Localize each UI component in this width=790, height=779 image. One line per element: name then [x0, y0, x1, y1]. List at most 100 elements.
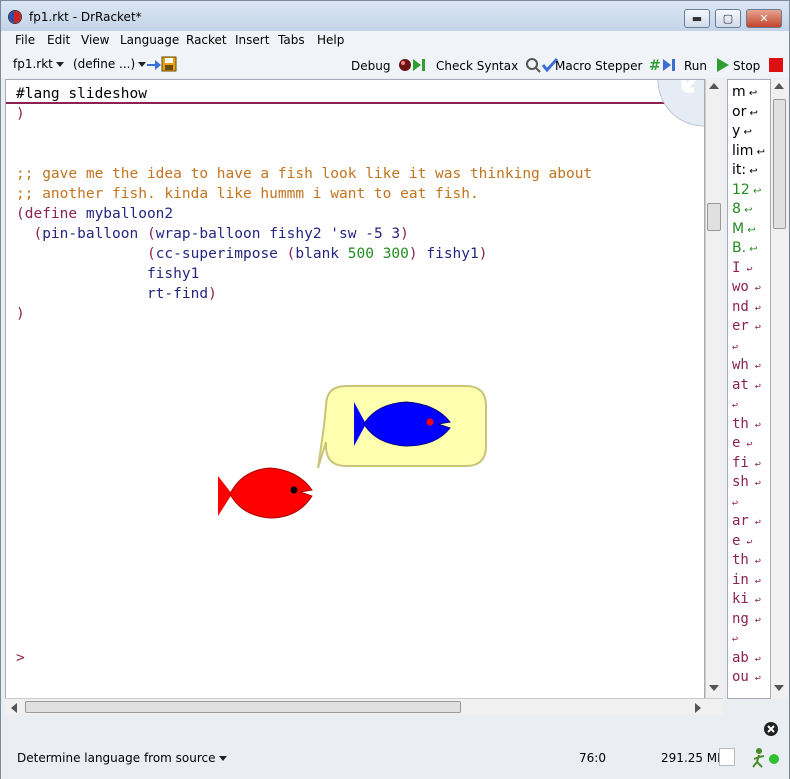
- comment-line-2: ;; another fish. kinda like hummm i want…: [16, 186, 479, 202]
- close-button[interactable]: ✕: [746, 9, 782, 28]
- wrap-marker-icon: ↩: [748, 283, 761, 294]
- cc-superimpose-name: cc-superimpose: [155, 246, 278, 262]
- language-selector[interactable]: Determine language from source: [17, 751, 227, 765]
- paren: ): [408, 246, 418, 262]
- cc-superimpose-line: (cc-superimpose (blank 500 300) fishy1): [16, 244, 488, 264]
- outline-text: er: [732, 318, 749, 334]
- scroll-up-icon[interactable]: [774, 83, 784, 89]
- pin-balloon-name: pin-balloon: [42, 226, 139, 242]
- debug-button[interactable]: Debug: [351, 57, 433, 73]
- paren: (: [33, 226, 43, 242]
- outline-text: in: [732, 571, 749, 588]
- paren: (: [146, 246, 156, 262]
- outline-text: th: [732, 552, 749, 568]
- module-browser-panel[interactable]: m ↩ or ↩ y ↩ lim ↩ it: ↩ 12 ↩ 8 ↩ M ↩ B. ↩ I ↩ wo …: [727, 79, 771, 699]
- wrap-marker-icon: ↩: [748, 556, 761, 567]
- outline-text: or: [732, 103, 747, 120]
- wrap-marker-icon: ↩: [748, 673, 761, 684]
- chevron-down-icon: [55, 62, 64, 67]
- macro-stepper-button[interactable]: Macro Stepper #: [555, 57, 685, 74]
- menu-edit[interactable]: Edit: [47, 33, 70, 47]
- wrap-marker-icon: ↩: [748, 361, 761, 372]
- definitions-editor[interactable]: #lang slideshow ) ;; gave me the idea to…: [5, 79, 705, 699]
- debug-label: Debug: [351, 59, 391, 73]
- wrap-marker-icon: ↩: [740, 205, 753, 216]
- paren: ): [478, 246, 488, 262]
- wrap-marker-icon: ↩: [749, 185, 762, 197]
- file-selector[interactable]: fp1.rkt: [13, 57, 64, 71]
- blank-name: blank: [295, 246, 340, 262]
- scroll-right-icon[interactable]: [695, 703, 701, 713]
- editor-horizontal-scrollbar[interactable]: [5, 698, 723, 715]
- chevron-down-icon: [218, 756, 227, 761]
- wrap-marker-icon: ↩: [732, 400, 739, 411]
- toolbar: fp1.rkt (define ...) Debug Check Syntax …: [1, 51, 789, 78]
- outline-text: B.: [732, 240, 747, 256]
- play-icon: [716, 58, 729, 72]
- scroll-up-icon[interactable]: [709, 83, 719, 89]
- save-button[interactable]: [146, 55, 178, 76]
- outline-scroll-thumb[interactable]: [773, 99, 786, 229]
- title-bar[interactable]: fp1.rkt - DrRacket* ▬ ▢ ✕: [1, 1, 789, 31]
- wrap-marker-icon: ↩: [740, 127, 752, 138]
- check-syntax-label: Check Syntax: [436, 59, 519, 73]
- wrap-marker-icon: ↩: [748, 653, 761, 665]
- blank-height: 300: [382, 246, 409, 262]
- scroll-left-icon[interactable]: [11, 703, 17, 713]
- outline-scrollbar[interactable]: [771, 79, 788, 699]
- define-menu-label: (define ...): [73, 57, 136, 71]
- wrap-marker-icon: ↩: [748, 302, 761, 314]
- outline-text: wh: [732, 357, 749, 373]
- define-name: myballoon2: [77, 206, 174, 222]
- maximize-button[interactable]: ▢: [715, 9, 741, 28]
- run-label: Run: [684, 59, 708, 73]
- chevron-down-icon: [138, 62, 147, 67]
- wrap-marker-icon: ↩: [746, 166, 758, 177]
- red-fish: [218, 467, 313, 519]
- stop-button[interactable]: Stop: [733, 57, 784, 73]
- menu-help[interactable]: Help: [317, 33, 344, 47]
- wrap-marker-icon: ↩: [732, 341, 739, 353]
- outline-text: fi: [732, 454, 749, 471]
- save-icon: [147, 56, 177, 72]
- menu-language[interactable]: Language: [120, 33, 179, 47]
- wrap-marker-icon: ↩: [748, 614, 761, 626]
- lang-separator: [6, 102, 704, 104]
- menu-racket[interactable]: Racket: [186, 33, 227, 47]
- wrap-marker-icon: ↩: [748, 517, 761, 528]
- scroll-down-icon[interactable]: [709, 685, 719, 691]
- rt-find-line: rt-find): [16, 284, 217, 304]
- cc-fishy1: fishy1: [417, 246, 479, 262]
- outline-text: 8: [732, 201, 741, 217]
- define-keyword: (define: [16, 206, 78, 222]
- hscroll-thumb[interactable]: [25, 701, 461, 713]
- language-selector-label: Determine language from source: [17, 751, 216, 765]
- menu-view[interactable]: View: [81, 33, 109, 47]
- editor-vertical-scrollbar[interactable]: [705, 79, 723, 699]
- menu-insert[interactable]: Insert: [235, 33, 269, 47]
- check-syntax-button[interactable]: Check Syntax: [436, 57, 559, 73]
- scroll-thumb[interactable]: [707, 203, 721, 231]
- gc-indicator: [719, 748, 735, 766]
- menu-tabs[interactable]: Tabs: [278, 33, 305, 47]
- menu-file[interactable]: File: [15, 33, 35, 47]
- repl-prompt[interactable]: >: [16, 648, 25, 668]
- minimize-button[interactable]: ▬: [684, 9, 710, 28]
- define-menu[interactable]: (define ...): [73, 57, 147, 71]
- file-selector-label: fp1.rkt: [13, 57, 53, 71]
- wrap-balloon-call: wrap-balloon fishy2 'sw -5 3: [155, 226, 401, 242]
- outline-text: ng: [732, 610, 749, 627]
- outline-line: ou ↩: [732, 667, 761, 689]
- arg-fishy1: fishy1: [146, 266, 200, 282]
- close-pane-icon[interactable]: [763, 721, 779, 737]
- debug-icon: [399, 59, 426, 71]
- wrap-marker-icon: ↩: [748, 419, 761, 431]
- outline-text: sh: [732, 474, 749, 490]
- menu-bar: File Edit View Language Racket Insert Ta…: [1, 31, 789, 51]
- scroll-down-icon[interactable]: [774, 685, 784, 691]
- paren: (: [146, 226, 156, 242]
- wrap-marker-icon: ↩: [732, 497, 739, 509]
- run-button[interactable]: Run: [684, 57, 731, 73]
- wrap-marker-icon: ↩: [746, 107, 758, 119]
- drracket-logo-icon: [8, 10, 22, 24]
